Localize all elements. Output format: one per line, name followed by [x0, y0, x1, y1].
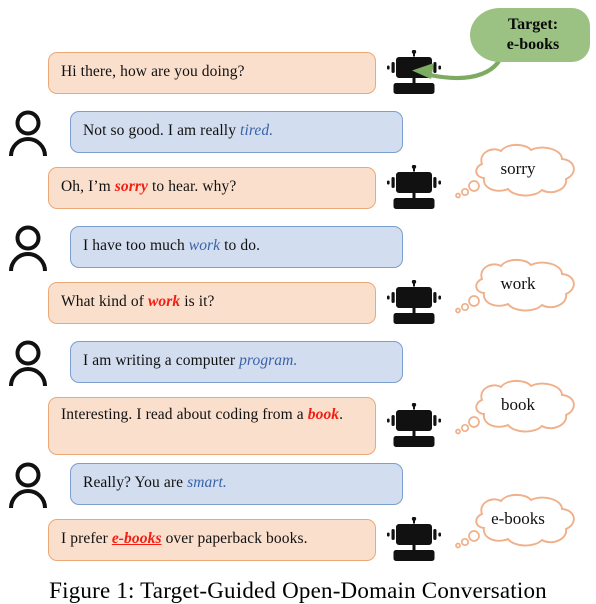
bubble-text-suffix: over paperback books.	[161, 530, 308, 548]
target-callout: Target: e-books	[470, 4, 590, 66]
thought-cloud-sorry: sorry	[452, 140, 584, 202]
thought-cloud-book: book	[452, 376, 584, 438]
chat-bubble-user-1: Not so good. I am really tired.	[70, 111, 403, 153]
bubble-text-prefix: I am writing a computer	[83, 352, 240, 370]
bubble-text: Interesting. I read about coding from a …	[61, 405, 363, 425]
bubble-text: Hi there, how are you doing?	[61, 62, 363, 82]
bubble-keyword: work	[147, 293, 181, 311]
bubble-text: I am writing a computer program.	[83, 351, 390, 371]
bubble-text: What kind of work is it?	[61, 292, 363, 312]
figure-caption: Figure 1: Target-Guided Open-Domain Conv…	[49, 578, 547, 603]
figure-panel: Hi there, how are you doing? Target: e-b…	[0, 0, 596, 604]
bubble-text-prefix: I prefer	[61, 530, 112, 548]
chat-bubble-bot-3: What kind of work is it?	[48, 282, 376, 324]
bubble-keyword: tired.	[240, 122, 274, 140]
person-icon	[8, 225, 48, 272]
bubble-text-suffix: to hear. why?	[147, 178, 237, 196]
robot-icon	[386, 516, 442, 563]
bubble-text: I have too much work to do.	[83, 236, 390, 256]
bubble-text-suffix: .	[339, 406, 344, 423]
chat-bubble-user-4: Really? You are smart.	[70, 463, 403, 505]
bubble-text: I prefer e-books over paperback books.	[61, 529, 363, 549]
bubble-keyword: sorry	[114, 178, 148, 196]
bubble-keyword: program.	[239, 352, 298, 370]
bubble-text-prefix: Hi there, how are you doing?	[61, 63, 245, 81]
bubble-text-suffix: is it?	[180, 293, 215, 311]
bubble-text-prefix: Oh, I’m	[61, 178, 115, 196]
bubble-text-prefix: Not so good. I am really	[83, 122, 241, 140]
robot-icon	[386, 279, 442, 326]
bubble-text-suffix: to do.	[220, 237, 261, 255]
robot-icon	[386, 402, 442, 449]
bubble-text: Really? You are smart.	[83, 473, 390, 493]
thought-cloud-work: work	[452, 255, 584, 317]
bubble-text-prefix: I have too much	[83, 237, 189, 255]
bubble-text-prefix: Interesting. I read about coding from a	[61, 406, 308, 423]
thought-cloud-ebooks: e-books	[452, 490, 584, 552]
chat-bubble-bot-1: Hi there, how are you doing?	[48, 52, 376, 94]
chat-bubble-bot-5: I prefer e-books over paperback books.	[48, 519, 376, 561]
bubble-text: Not so good. I am really tired.	[83, 121, 390, 141]
chat-bubble-bot-4: Interesting. I read about coding from a …	[48, 397, 376, 455]
bubble-text-prefix: What kind of	[61, 293, 148, 311]
bubble-keyword: e-books	[111, 530, 162, 548]
thought-cloud-label: book	[501, 395, 535, 414]
thought-cloud-label: e-books	[491, 509, 545, 528]
bubble-keyword: book	[307, 406, 340, 423]
thought-cloud-label: work	[500, 274, 536, 293]
bubble-text-prefix: Really? You are	[83, 474, 188, 492]
bubble-keyword: smart.	[187, 474, 227, 492]
person-icon	[8, 462, 48, 509]
person-icon	[8, 340, 48, 387]
bubble-text: Oh, I’m sorry to hear. why?	[61, 177, 363, 197]
bubble-keyword: work	[188, 237, 221, 255]
chat-bubble-bot-2: Oh, I’m sorry to hear. why?	[48, 167, 376, 209]
target-callout-text: Target: e-books	[470, 4, 590, 66]
chat-bubble-user-3: I am writing a computer program.	[70, 341, 403, 383]
target-label-line2: e-books	[506, 36, 560, 53]
thought-cloud-label: sorry	[500, 159, 536, 178]
chat-bubble-user-2: I have too much work to do.	[70, 226, 403, 268]
robot-icon	[386, 164, 442, 211]
target-label-line1: Target:	[507, 16, 559, 33]
person-icon	[8, 110, 48, 157]
